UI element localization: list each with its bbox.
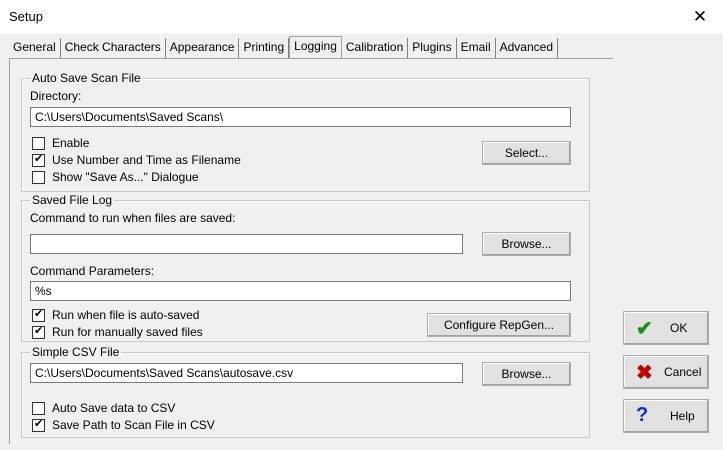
- auto-save-group: Auto Save Scan File Directory: C:\Users\…: [21, 71, 590, 192]
- use-number-time-checkbox-box[interactable]: [32, 152, 45, 167]
- enable-checkbox-box[interactable]: [32, 136, 45, 150]
- directory-field[interactable]: C:\Users\Documents\Saved Scans\: [30, 107, 571, 127]
- csv-path-field[interactable]: C:\Users\Documents\Saved Scans\autosave.…: [30, 363, 463, 383]
- use-number-time-checkbox[interactable]: Use Number and Time as Filename: [32, 152, 241, 167]
- save-path-csv-checkbox[interactable]: Save Path to Scan File in CSV: [32, 417, 215, 432]
- browse-command-button[interactable]: Browse...: [482, 232, 571, 256]
- ok-button[interactable]: ✔ OK: [623, 311, 709, 345]
- params-field[interactable]: %s: [30, 281, 571, 301]
- enable-label: Enable: [52, 136, 90, 150]
- red-x-icon: ✖: [636, 362, 653, 384]
- close-icon[interactable]: ✕: [677, 0, 723, 34]
- help-label: Help: [670, 409, 695, 423]
- saved-file-log-legend: Saved File Log: [30, 193, 115, 207]
- browse-csv-button[interactable]: Browse...: [482, 362, 571, 386]
- command-label: Command to run when files are saved:: [30, 211, 236, 225]
- save-path-csv-checkbox-box[interactable]: [32, 417, 45, 432]
- run-auto-checkbox-box[interactable]: [32, 307, 45, 322]
- tab-check-characters[interactable]: Check Characters: [61, 38, 166, 58]
- tab-email[interactable]: Email: [457, 38, 496, 58]
- run-manual-checkbox[interactable]: Run for manually saved files: [32, 324, 203, 339]
- auto-save-legend: Auto Save Scan File: [30, 71, 143, 85]
- select-button[interactable]: Select...: [482, 141, 571, 165]
- tab-calibration[interactable]: Calibration: [342, 38, 409, 58]
- show-save-as-checkbox[interactable]: Show "Save As..." Dialogue: [32, 170, 199, 184]
- run-auto-checkbox[interactable]: Run when file is auto-saved: [32, 307, 200, 322]
- cancel-label: Cancel: [664, 365, 702, 379]
- configure-repgen-button[interactable]: Configure RepGen...: [427, 313, 571, 337]
- ok-label: OK: [670, 321, 688, 335]
- command-field[interactable]: [30, 234, 463, 254]
- tab-logging[interactable]: Logging: [289, 36, 342, 59]
- question-mark-icon: ?: [636, 404, 649, 426]
- directory-label: Directory:: [30, 89, 82, 103]
- run-manual-label: Run for manually saved files: [52, 325, 203, 339]
- cancel-button[interactable]: ✖ Cancel: [623, 355, 709, 389]
- params-label: Command Parameters:: [30, 264, 155, 278]
- run-manual-checkbox-box[interactable]: [32, 324, 45, 339]
- auto-save-csv-checkbox[interactable]: Auto Save data to CSV: [32, 401, 175, 415]
- csv-legend: Simple CSV File: [30, 345, 122, 359]
- tab-printing[interactable]: Printing: [239, 38, 290, 58]
- auto-save-csv-label: Auto Save data to CSV: [52, 401, 176, 415]
- help-button[interactable]: ? Help: [623, 399, 709, 433]
- tab-advanced[interactable]: Advanced: [496, 38, 558, 58]
- use-number-time-label: Use Number and Time as Filename: [52, 153, 241, 167]
- saved-file-log-group: Saved File Log Command to run when files…: [21, 193, 590, 342]
- auto-save-csv-checkbox-box[interactable]: [32, 401, 45, 415]
- enable-checkbox[interactable]: Enable: [32, 136, 89, 150]
- dialog-body: General Check Characters Appearance Prin…: [0, 34, 723, 450]
- tab-appearance[interactable]: Appearance: [166, 38, 240, 58]
- tab-plugins[interactable]: Plugins: [408, 38, 457, 58]
- tab-general[interactable]: General: [9, 38, 61, 58]
- run-auto-label: Run when file is auto-saved: [52, 308, 200, 322]
- window-title: Setup: [9, 9, 43, 24]
- csv-group: Simple CSV File C:\Users\Documents\Saved…: [21, 345, 590, 438]
- show-save-as-label: Show "Save As..." Dialogue: [52, 170, 199, 184]
- checkmark-icon: ✔: [636, 318, 653, 340]
- title-bar: Setup ✕: [0, 0, 723, 34]
- show-save-as-checkbox-box[interactable]: [32, 170, 45, 184]
- tab-strip: General Check Characters Appearance Prin…: [9, 36, 558, 59]
- save-path-csv-label: Save Path to Scan File in CSV: [52, 418, 215, 432]
